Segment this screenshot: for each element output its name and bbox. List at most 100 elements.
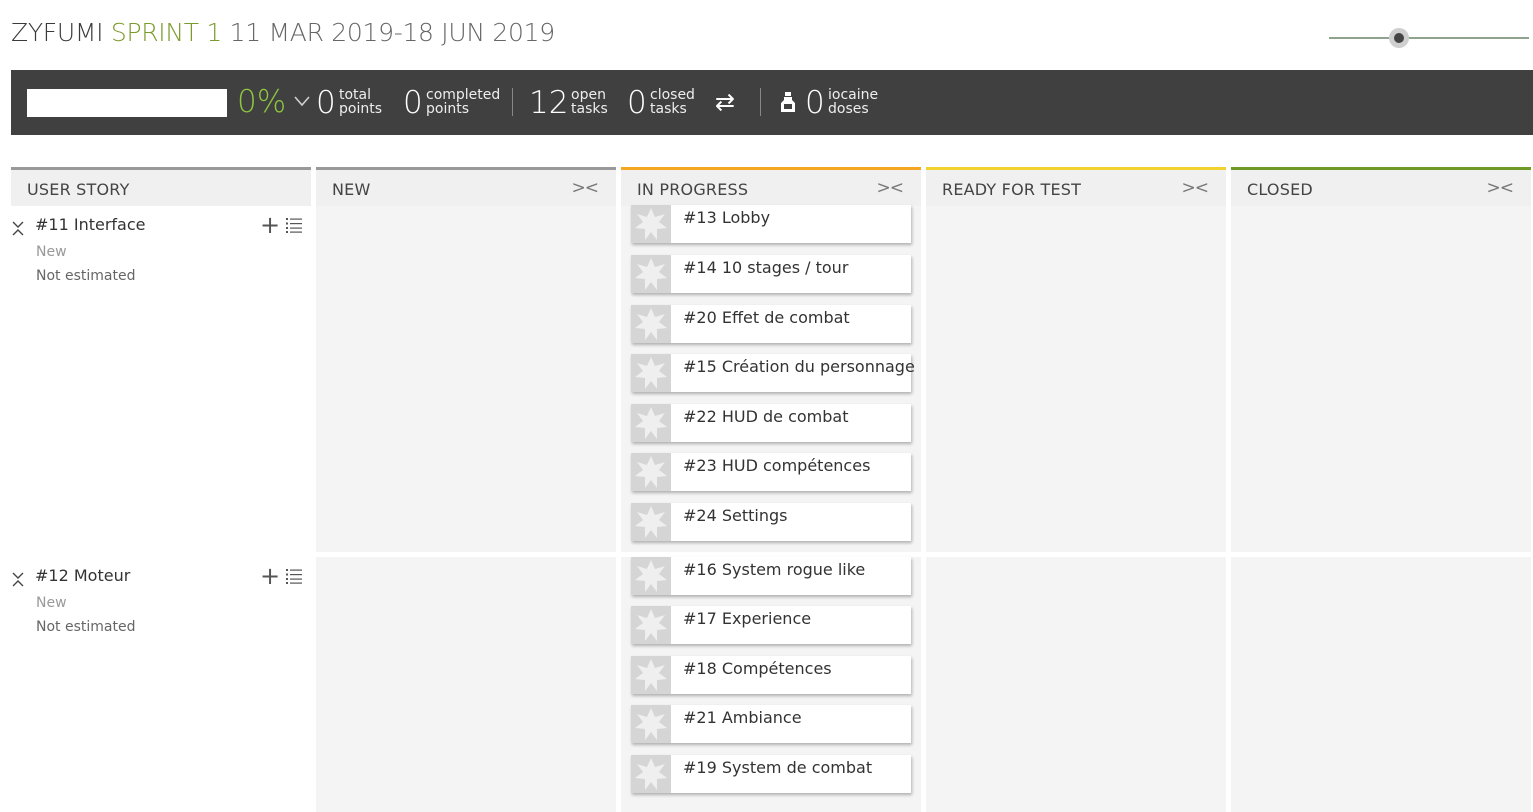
default-avatar-icon: [635, 456, 667, 488]
avatar[interactable]: [631, 205, 671, 243]
task-card[interactable]: #16 System rogue like: [631, 557, 911, 595]
page-title: ZYFUMI SPRINT 1 11 MAR 2019-18 JUN 2019: [11, 18, 555, 47]
closed-tasks-value: 0: [627, 85, 647, 121]
avatar[interactable]: [631, 656, 671, 694]
avatar[interactable]: [631, 557, 671, 595]
bulk-add-icon[interactable]: [285, 216, 303, 234]
default-avatar-icon: [635, 659, 667, 691]
bulk-add-icon[interactable]: [285, 567, 303, 585]
default-avatar-icon: [635, 506, 667, 538]
fold-row-icon[interactable]: [11, 569, 27, 589]
cell-closed[interactable]: [1231, 206, 1531, 552]
open-tasks-value: 12: [529, 85, 569, 121]
task-title[interactable]: #21 Ambiance: [683, 708, 802, 727]
column-title: USER STORY: [27, 180, 130, 199]
avatar[interactable]: [631, 404, 671, 442]
task-title[interactable]: #24 Settings: [683, 506, 787, 525]
divider: [512, 88, 513, 116]
cell-closed[interactable]: [1231, 557, 1531, 812]
potion-icon: [781, 92, 795, 112]
task-title[interactable]: #20 Effet de combat: [683, 308, 850, 327]
task-card[interactable]: #21 Ambiance: [631, 705, 911, 743]
progress-percent: 0%: [237, 84, 287, 120]
avatar[interactable]: [631, 606, 671, 644]
zoom-slider-track[interactable]: [1329, 37, 1529, 39]
task-title[interactable]: #22 HUD de combat: [683, 407, 849, 426]
column-title: NEW: [332, 180, 371, 199]
user-story-status[interactable]: New: [36, 595, 67, 611]
column-title: READY FOR TEST: [942, 180, 1082, 199]
task-card[interactable]: #14 10 stages / tour: [631, 255, 911, 293]
cell-new[interactable]: [316, 206, 616, 552]
fold-row-icon[interactable]: [11, 218, 27, 238]
default-avatar-icon: [635, 560, 667, 592]
iocaine-label: iocaine doses: [828, 87, 879, 117]
user-story-status[interactable]: New: [36, 244, 67, 260]
task-title[interactable]: #17 Experience: [683, 609, 811, 628]
avatar[interactable]: [631, 705, 671, 743]
total-points-value: 0: [316, 85, 336, 121]
cell-ready-for-test[interactable]: [926, 557, 1226, 812]
default-avatar-icon: [635, 609, 667, 641]
task-card[interactable]: #18 Compétences: [631, 656, 911, 694]
column-title: IN PROGRESS: [637, 180, 749, 199]
user-story-title[interactable]: #11 Interface: [35, 215, 145, 234]
task-title[interactable]: #14 10 stages / tour: [683, 258, 848, 277]
task-card[interactable]: #19 System de combat: [631, 755, 911, 793]
fold-column-icon[interactable]: ><: [1182, 178, 1209, 198]
fold-column-icon[interactable]: ><: [572, 178, 599, 198]
chevron-down-icon[interactable]: [293, 94, 311, 108]
task-card[interactable]: #22 HUD de combat: [631, 404, 911, 442]
task-card[interactable]: #20 Effet de combat: [631, 305, 911, 343]
add-task-icon[interactable]: +: [260, 213, 280, 237]
task-card[interactable]: #15 Création du personnage: [631, 354, 915, 392]
user-story-row: #11 Interface New Not estimated +: [11, 206, 311, 366]
task-card[interactable]: #24 Settings: [631, 503, 911, 541]
sprint-name: SPRINT 1: [110, 18, 222, 47]
avatar[interactable]: [631, 255, 671, 293]
avatar[interactable]: [631, 755, 671, 793]
fold-column-icon[interactable]: ><: [877, 178, 904, 198]
task-title[interactable]: #13 Lobby: [683, 208, 770, 227]
avatar[interactable]: [631, 503, 671, 541]
default-avatar-icon: [635, 708, 667, 740]
fold-column-icon[interactable]: ><: [1487, 178, 1514, 198]
user-story-row: #12 Moteur New Not estimated +: [11, 557, 311, 717]
avatar[interactable]: [631, 305, 671, 343]
avatar[interactable]: [631, 354, 671, 392]
default-avatar-icon: [635, 357, 667, 389]
default-avatar-icon: [635, 758, 667, 790]
column-title: CLOSED: [1247, 180, 1313, 199]
task-title[interactable]: #16 System rogue like: [683, 560, 865, 579]
completed-points-value: 0: [403, 85, 423, 121]
column-header-new: NEW ><: [316, 167, 616, 206]
task-title[interactable]: #18 Compétences: [683, 659, 832, 678]
total-points-label: total points: [339, 87, 382, 117]
project-name[interactable]: ZYFUMI: [11, 18, 104, 47]
user-story-estimate: Not estimated: [36, 268, 136, 284]
column-header-closed: CLOSED ><: [1231, 167, 1531, 206]
user-story-estimate: Not estimated: [36, 619, 136, 635]
zoom-slider[interactable]: [1329, 28, 1529, 48]
zoom-slider-handle[interactable]: [1389, 28, 1409, 48]
task-title[interactable]: #15 Création du personnage: [683, 357, 915, 376]
default-avatar-icon: [635, 208, 667, 240]
task-card[interactable]: #23 HUD compétences: [631, 453, 911, 491]
column-header-user-story: USER STORY: [11, 167, 311, 206]
column-header-ready-for-test: READY FOR TEST ><: [926, 167, 1226, 206]
task-card[interactable]: #17 Experience: [631, 606, 911, 644]
column-header-in-progress: IN PROGRESS ><: [621, 167, 921, 206]
avatar[interactable]: [631, 453, 671, 491]
swap-icon[interactable]: ⇄: [715, 88, 735, 116]
task-title[interactable]: #23 HUD compétences: [683, 456, 870, 475]
task-card[interactable]: #13 Lobby: [631, 205, 911, 243]
cell-ready-for-test[interactable]: [926, 206, 1226, 552]
default-avatar-icon: [635, 308, 667, 340]
default-avatar-icon: [635, 258, 667, 290]
task-title[interactable]: #19 System de combat: [683, 758, 872, 777]
sprint-dates: 11 MAR 2019-18 JUN 2019: [229, 18, 556, 47]
user-story-title[interactable]: #12 Moteur: [35, 566, 130, 585]
sprint-stats-bar: 0% 0 total points 0 completed points 12 op…: [11, 70, 1533, 135]
add-task-icon[interactable]: +: [260, 564, 280, 588]
cell-new[interactable]: [316, 557, 616, 812]
